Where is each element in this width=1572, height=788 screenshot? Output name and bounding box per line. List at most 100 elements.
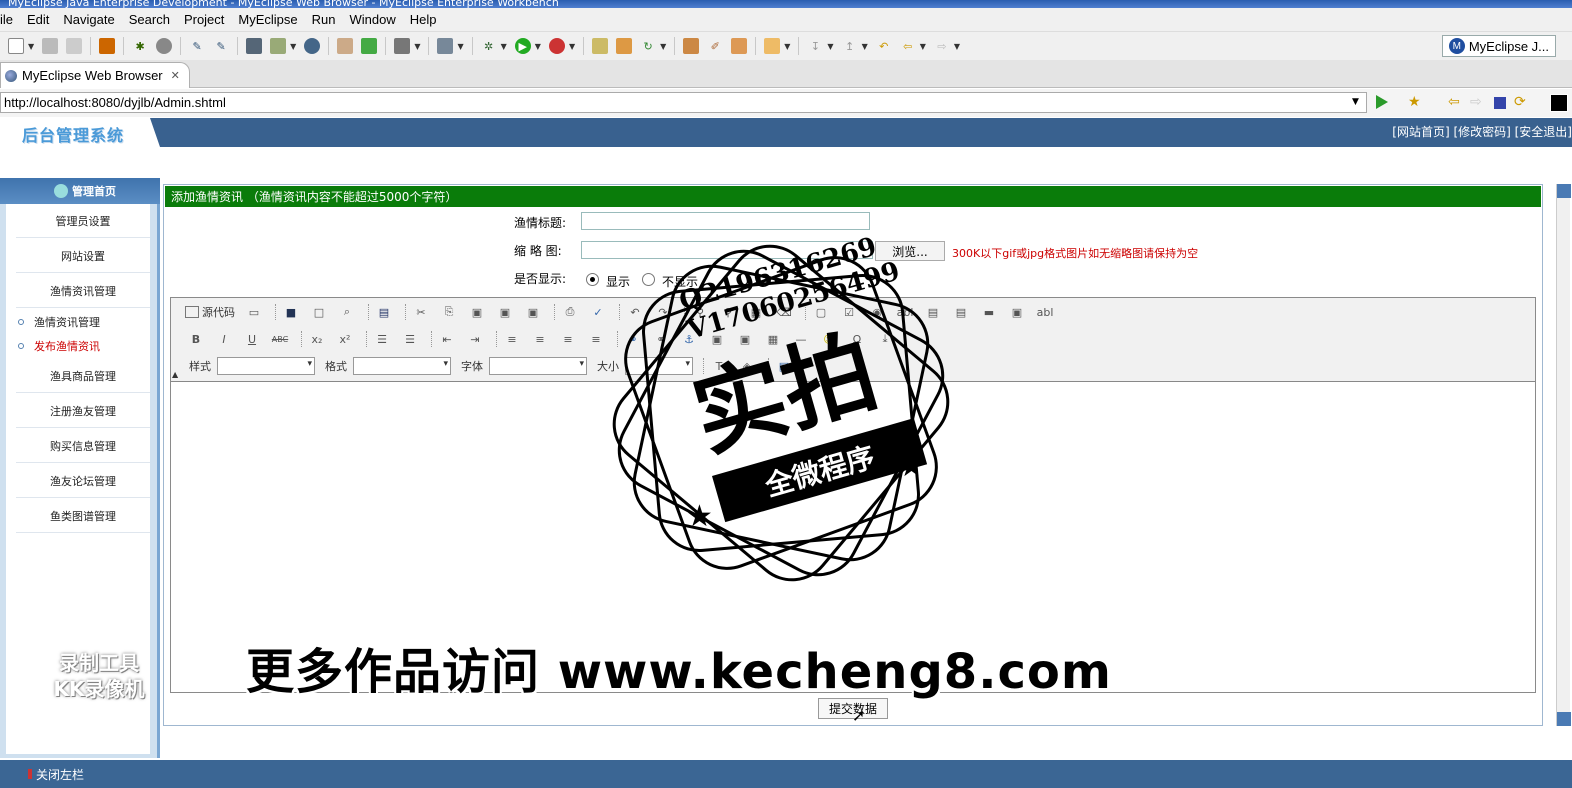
align-right-icon[interactable]: ≡	[557, 329, 579, 349]
strike-icon[interactable]: ABC	[269, 329, 291, 349]
folder-icon[interactable]	[337, 38, 354, 54]
camera-icon[interactable]	[394, 38, 411, 54]
stop-icon[interactable]	[1494, 97, 1506, 109]
forward-icon[interactable]: ⇨	[934, 38, 950, 54]
url-dropdown-icon[interactable]: ▼	[1352, 97, 1359, 107]
preview-page-icon[interactable]: ⌕	[336, 302, 358, 322]
open-folder-icon[interactable]	[683, 38, 700, 54]
browser-back-icon[interactable]: ⇦	[1448, 94, 1460, 110]
next-annotation-icon[interactable]: ↧	[807, 38, 823, 54]
add-icon[interactable]	[361, 38, 378, 54]
save-icon[interactable]	[42, 38, 59, 54]
italic-icon[interactable]: I	[213, 329, 235, 349]
thumb-hint: 300K以下gif或jpg格式图片如无缩略图请保持为空	[952, 247, 1199, 260]
paste-text-icon[interactable]: ▣	[494, 302, 516, 322]
new-page-icon[interactable]: □	[308, 302, 330, 322]
nav-gear-mgmt[interactable]: 渔具商品管理	[16, 359, 150, 393]
bullet-list-icon[interactable]: ☰	[399, 329, 421, 349]
nav-fish-news-mgmt[interactable]: 渔情资讯管理	[16, 274, 150, 308]
source-button[interactable]: 源代码	[185, 304, 235, 320]
menu-edit[interactable]: Edit	[20, 12, 56, 27]
superscript-icon[interactable]: x²	[334, 329, 356, 349]
debug-icon[interactable]: ✲	[481, 38, 497, 54]
back-icon[interactable]: ⇦	[900, 38, 916, 54]
menu-navigate[interactable]: Navigate	[56, 12, 121, 27]
last-edit-icon[interactable]: ↶	[876, 38, 892, 54]
close-left-link[interactable]: 关闭左栏	[36, 766, 84, 783]
page-scrollbar[interactable]	[1556, 184, 1571, 726]
paste-icon[interactable]: ▣	[466, 302, 488, 322]
bold-icon[interactable]: B	[185, 329, 207, 349]
deploy-project-icon[interactable]	[270, 38, 287, 54]
copy-icon[interactable]: ⎘	[438, 302, 460, 322]
menu-project[interactable]: Project	[177, 12, 231, 27]
indent-icon[interactable]: ⇥	[464, 329, 486, 349]
paste-word-icon[interactable]: ▣	[522, 302, 544, 322]
server-icon[interactable]	[246, 38, 263, 54]
nav-home[interactable]: 管理首页	[0, 178, 160, 204]
align-center-icon[interactable]: ≡	[529, 329, 551, 349]
subscript-icon[interactable]: x₂	[306, 329, 328, 349]
underline-icon[interactable]: U	[241, 329, 263, 349]
menu-myeclipse[interactable]: MyEclipse	[231, 12, 304, 27]
ordered-list-icon[interactable]: ☰	[371, 329, 393, 349]
print-icon[interactable]	[66, 38, 83, 54]
font-select[interactable]	[489, 357, 587, 375]
nav-site-settings[interactable]: 网站设置	[16, 239, 150, 273]
print-doc-icon[interactable]: ⎙	[559, 302, 581, 322]
pin-icon[interactable]: ✐	[707, 38, 723, 54]
align-left-icon[interactable]: ≡	[501, 329, 523, 349]
tab-web-browser[interactable]: MyEclipse Web Browser ✕	[0, 62, 190, 88]
nav-sub-fish-news-publish[interactable]: 发布渔情资讯	[18, 338, 100, 354]
preview-icon[interactable]: ▭	[243, 302, 265, 322]
search-folder-icon[interactable]	[764, 38, 781, 54]
close-tab-icon[interactable]: ✕	[171, 69, 180, 82]
url-input[interactable]: http://localhost:8080/dyjlb/Admin.shtml	[0, 92, 1367, 113]
admin-header-links[interactable]: [网站首页] [修改密码] [安全退出]	[1392, 123, 1572, 140]
perspective-switcher[interactable]: M MyEclipse J...	[1441, 35, 1556, 57]
save-doc-icon[interactable]: ■	[280, 302, 302, 322]
format-select[interactable]	[353, 357, 451, 375]
menu-run[interactable]: Run	[305, 12, 343, 27]
nav-fish-atlas-mgmt[interactable]: 鱼类图谱管理	[16, 499, 150, 533]
open-type-icon[interactable]	[437, 38, 454, 54]
globe-icon[interactable]	[304, 38, 321, 54]
browser-forward-icon[interactable]: ⇨	[1470, 94, 1482, 110]
wizard-icon[interactable]: ✎	[189, 38, 205, 54]
external-tools-icon[interactable]	[548, 38, 565, 54]
nav-user-mgmt[interactable]: 注册渔友管理	[16, 394, 150, 428]
deploy-icon[interactable]	[156, 38, 173, 54]
outdent-icon[interactable]: ⇤	[436, 329, 458, 349]
run-icon[interactable]: ▶	[514, 38, 531, 54]
scroll-down-icon[interactable]	[1557, 712, 1571, 726]
bug-icon[interactable]: ✱	[132, 38, 148, 54]
templates-icon[interactable]: ▤	[373, 302, 395, 322]
console-icon[interactable]	[1550, 94, 1568, 112]
button-field-icon[interactable]: ▬	[978, 302, 1000, 322]
image-button-icon[interactable]: ▣	[1006, 302, 1028, 322]
collapse-toolbar-icon[interactable]: ▲	[172, 370, 178, 379]
wizard2-icon[interactable]: ✎	[213, 38, 229, 54]
new-package-icon[interactable]	[616, 38, 633, 54]
new-class-icon[interactable]	[592, 38, 609, 54]
prev-annotation-icon[interactable]: ↥	[842, 38, 858, 54]
nav-sub-fish-news-manage[interactable]: 渔情资讯管理	[18, 314, 100, 330]
nav-admin-settings[interactable]: 管理员设置	[16, 204, 150, 238]
style-select[interactable]	[217, 357, 315, 375]
favorites-icon[interactable]: ★	[1408, 94, 1421, 110]
menu-file[interactable]: ile	[0, 12, 20, 27]
menu-window[interactable]: Window	[343, 12, 403, 27]
hidden-field-icon[interactable]: abl	[1034, 302, 1056, 322]
package-icon[interactable]	[99, 38, 116, 54]
refresh-icon[interactable]: ↻	[640, 38, 656, 54]
new-icon[interactable]	[8, 38, 24, 54]
go-button[interactable]	[1376, 95, 1388, 109]
nav-purchase-mgmt[interactable]: 购买信息管理	[16, 429, 150, 463]
nav-forum-mgmt[interactable]: 渔友论坛管理	[16, 464, 150, 498]
menu-help[interactable]: Help	[403, 12, 444, 27]
refresh-page-icon[interactable]: ⟳	[1514, 94, 1526, 110]
cut-icon[interactable]: ✂	[410, 302, 432, 322]
task-icon[interactable]	[731, 38, 748, 54]
menu-search[interactable]: Search	[122, 12, 177, 27]
scroll-up-icon[interactable]	[1557, 184, 1571, 198]
